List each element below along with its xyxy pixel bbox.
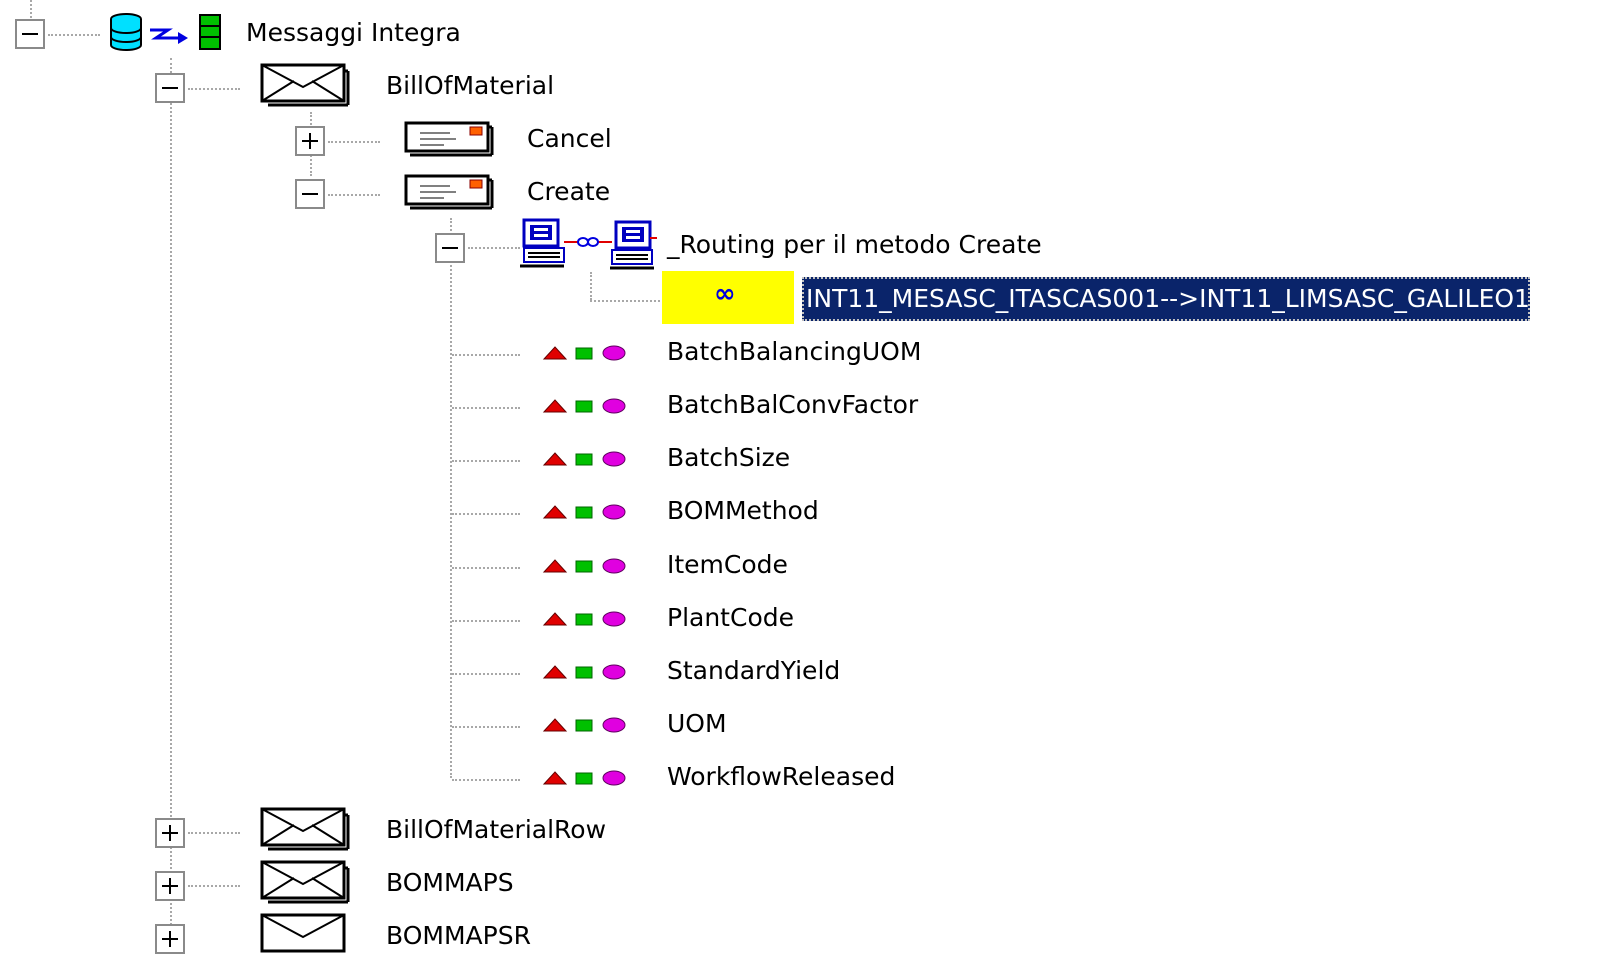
tree-node-label[interactable]: Messaggi Integra: [246, 18, 461, 48]
tree-line: [328, 194, 380, 196]
tree-node-label[interactable]: BOMMAPS: [386, 868, 514, 898]
tree-line: [30, 0, 32, 18]
tree-line: [452, 407, 520, 409]
tree-line: [48, 34, 100, 36]
field-label[interactable]: StandardYield: [667, 656, 840, 686]
tree-line: [452, 620, 520, 622]
tree-line: [590, 272, 592, 300]
message-card-icon: [404, 121, 494, 157]
collapse-toggle[interactable]: [295, 179, 325, 209]
field-attribute-icon: [542, 504, 626, 520]
networked-computers-icon: [520, 218, 657, 270]
infinity-icon: ∞: [714, 279, 736, 309]
field-label[interactable]: UOM: [667, 709, 727, 739]
expand-toggle[interactable]: [295, 126, 325, 156]
field-attribute-icon: [542, 451, 626, 467]
field-label[interactable]: ItemCode: [667, 550, 788, 580]
field-label[interactable]: BatchBalConvFactor: [667, 390, 918, 420]
expand-toggle[interactable]: [155, 871, 185, 901]
tree-line: [452, 460, 520, 462]
tree-line: [452, 513, 520, 515]
tree-node-label[interactable]: BillOfMaterial: [386, 71, 554, 101]
tree-node-label[interactable]: Cancel: [527, 124, 612, 154]
tree-node-label[interactable]: Create: [527, 177, 610, 207]
tree-node-label[interactable]: BillOfMaterialRow: [386, 815, 606, 845]
field-attribute-icon: [542, 398, 626, 414]
field-label[interactable]: BatchBalancingUOM: [667, 337, 921, 367]
field-label[interactable]: WorkflowReleased: [667, 762, 895, 792]
tree-line: [452, 354, 520, 356]
tree-line: [328, 141, 380, 143]
collapse-toggle[interactable]: [435, 233, 465, 263]
field-label[interactable]: BatchSize: [667, 443, 790, 473]
envelope-icon: [260, 63, 350, 107]
tree-node-label[interactable]: _Routing per il metodo Create: [667, 230, 1042, 260]
tree-line: [468, 247, 520, 249]
field-attribute-icon: [542, 664, 626, 680]
tree-line: [452, 726, 520, 728]
envelope-icon: [260, 913, 346, 953]
tree-line: [452, 779, 520, 781]
expand-toggle[interactable]: [155, 818, 185, 848]
tree-line: [188, 832, 240, 834]
tree-line: [188, 88, 240, 90]
tree-line: [452, 567, 520, 569]
collapse-toggle[interactable]: [155, 73, 185, 103]
field-attribute-icon: [542, 345, 626, 361]
field-attribute-icon: [542, 558, 626, 574]
tree-line: [450, 218, 452, 778]
field-label[interactable]: PlantCode: [667, 603, 794, 633]
envelope-icon: [260, 860, 350, 904]
field-attribute-icon: [542, 717, 626, 733]
field-attribute-icon: [542, 611, 626, 627]
envelope-icon: [260, 807, 350, 851]
message-card-icon: [404, 174, 494, 210]
field-attribute-icon: [542, 770, 626, 786]
field-label[interactable]: BOMMethod: [667, 496, 819, 526]
database-to-server-icon: [110, 13, 221, 51]
tree-line: [188, 885, 240, 887]
tree-line: [590, 300, 660, 302]
tree-node-label[interactable]: BOMMAPSR: [386, 921, 531, 951]
tree-line: [452, 673, 520, 675]
collapse-toggle[interactable]: [15, 19, 45, 49]
expand-toggle[interactable]: [155, 924, 185, 954]
selected-route-label[interactable]: INT11_MESASC_ITASCAS001-->INT11_LIMSASC_…: [802, 277, 1530, 321]
